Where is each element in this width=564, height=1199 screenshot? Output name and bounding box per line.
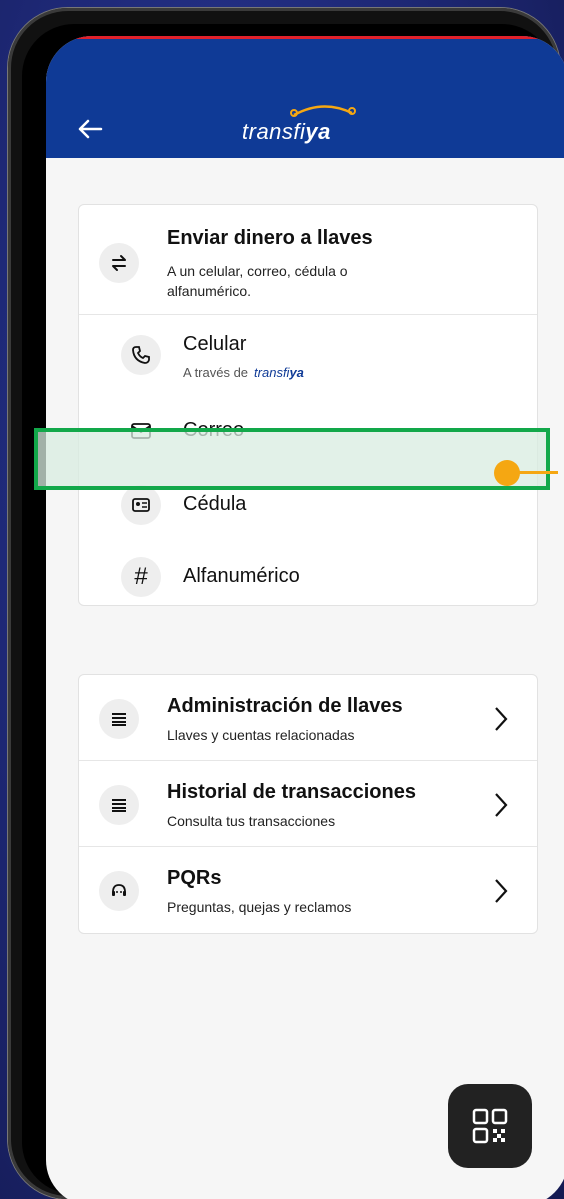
option-celular-subtitle-text: A través de — [183, 365, 249, 380]
logo-prefix: transfi — [242, 119, 306, 144]
hash-icon: # — [121, 557, 161, 597]
option-alfanumerico[interactable]: # Alfanumérico — [79, 547, 537, 607]
cedula-highlight-box — [34, 428, 550, 490]
send-money-header[interactable]: Enviar dinero a llaves A un celular, cor… — [79, 205, 537, 315]
stack-icon — [99, 785, 139, 825]
mini-logo-prefix: transfi — [254, 365, 290, 380]
menu-item-administracion[interactable]: Administración de llaves Llaves y cuenta… — [79, 675, 537, 761]
menu-item-historial[interactable]: Historial de transacciones Consulta tus … — [79, 761, 537, 847]
menu-subtitle-administracion: Llaves y cuentas relacionadas — [167, 727, 355, 743]
menu-subtitle-pqrs: Preguntas, quejas y reclamos — [167, 899, 352, 915]
menu-subtitle-historial: Consulta tus transacciones — [167, 813, 336, 829]
qr-scan-button[interactable] — [448, 1084, 532, 1168]
callout-line — [518, 471, 558, 474]
send-money-title: Enviar dinero a llaves — [167, 227, 373, 249]
chevron-right-icon — [495, 793, 508, 817]
mini-logo-suffix: ya — [289, 365, 304, 380]
menu-title-historial: Historial de transacciones — [167, 781, 416, 803]
send-money-card: Enviar dinero a llaves A un celular, cor… — [78, 204, 538, 606]
logo-arc-icon — [290, 105, 356, 117]
menu-item-pqrs[interactable]: PQRs Preguntas, quejas y reclamos — [79, 847, 537, 933]
logo-suffix: ya — [305, 119, 331, 144]
transfiya-logo: transfiya — [242, 105, 356, 145]
menu-card: Administración de llaves Llaves y cuenta… — [78, 674, 538, 934]
send-money-subtitle: A un celular, correo, cédula o alfanumér… — [167, 263, 348, 299]
qr-code-icon — [472, 1108, 508, 1144]
option-celular-label: Celular — [183, 333, 247, 355]
swap-arrows-icon — [99, 243, 139, 283]
app-screen: transfiya Enviar dinero a llaves A un ce… — [46, 36, 564, 1199]
option-celular[interactable]: Celular A través de transfiya — [79, 323, 537, 395]
phone-bezel: transfiya Enviar dinero a llaves A un ce… — [22, 24, 564, 1199]
chevron-right-icon — [495, 879, 508, 903]
back-button[interactable] — [70, 109, 110, 149]
app-header: transfiya — [46, 36, 564, 158]
option-alfanumerico-label: Alfanumérico — [183, 565, 300, 587]
option-cedula-label: Cédula — [183, 493, 247, 515]
chevron-right-icon — [495, 707, 508, 731]
phone-icon — [121, 335, 161, 375]
menu-title-pqrs: PQRs — [167, 867, 222, 889]
phone-frame: transfiya Enviar dinero a llaves A un ce… — [8, 8, 564, 1199]
transfiya-mini-logo: transfiya — [254, 365, 304, 380]
arrow-left-icon — [78, 119, 103, 139]
stack-icon — [99, 699, 139, 739]
option-celular-subtitle: A través de transfiya — [183, 365, 304, 380]
support-icon — [99, 871, 139, 911]
id-card-icon — [121, 485, 161, 525]
callout-dot — [494, 460, 520, 486]
menu-title-administracion: Administración de llaves — [167, 695, 403, 717]
